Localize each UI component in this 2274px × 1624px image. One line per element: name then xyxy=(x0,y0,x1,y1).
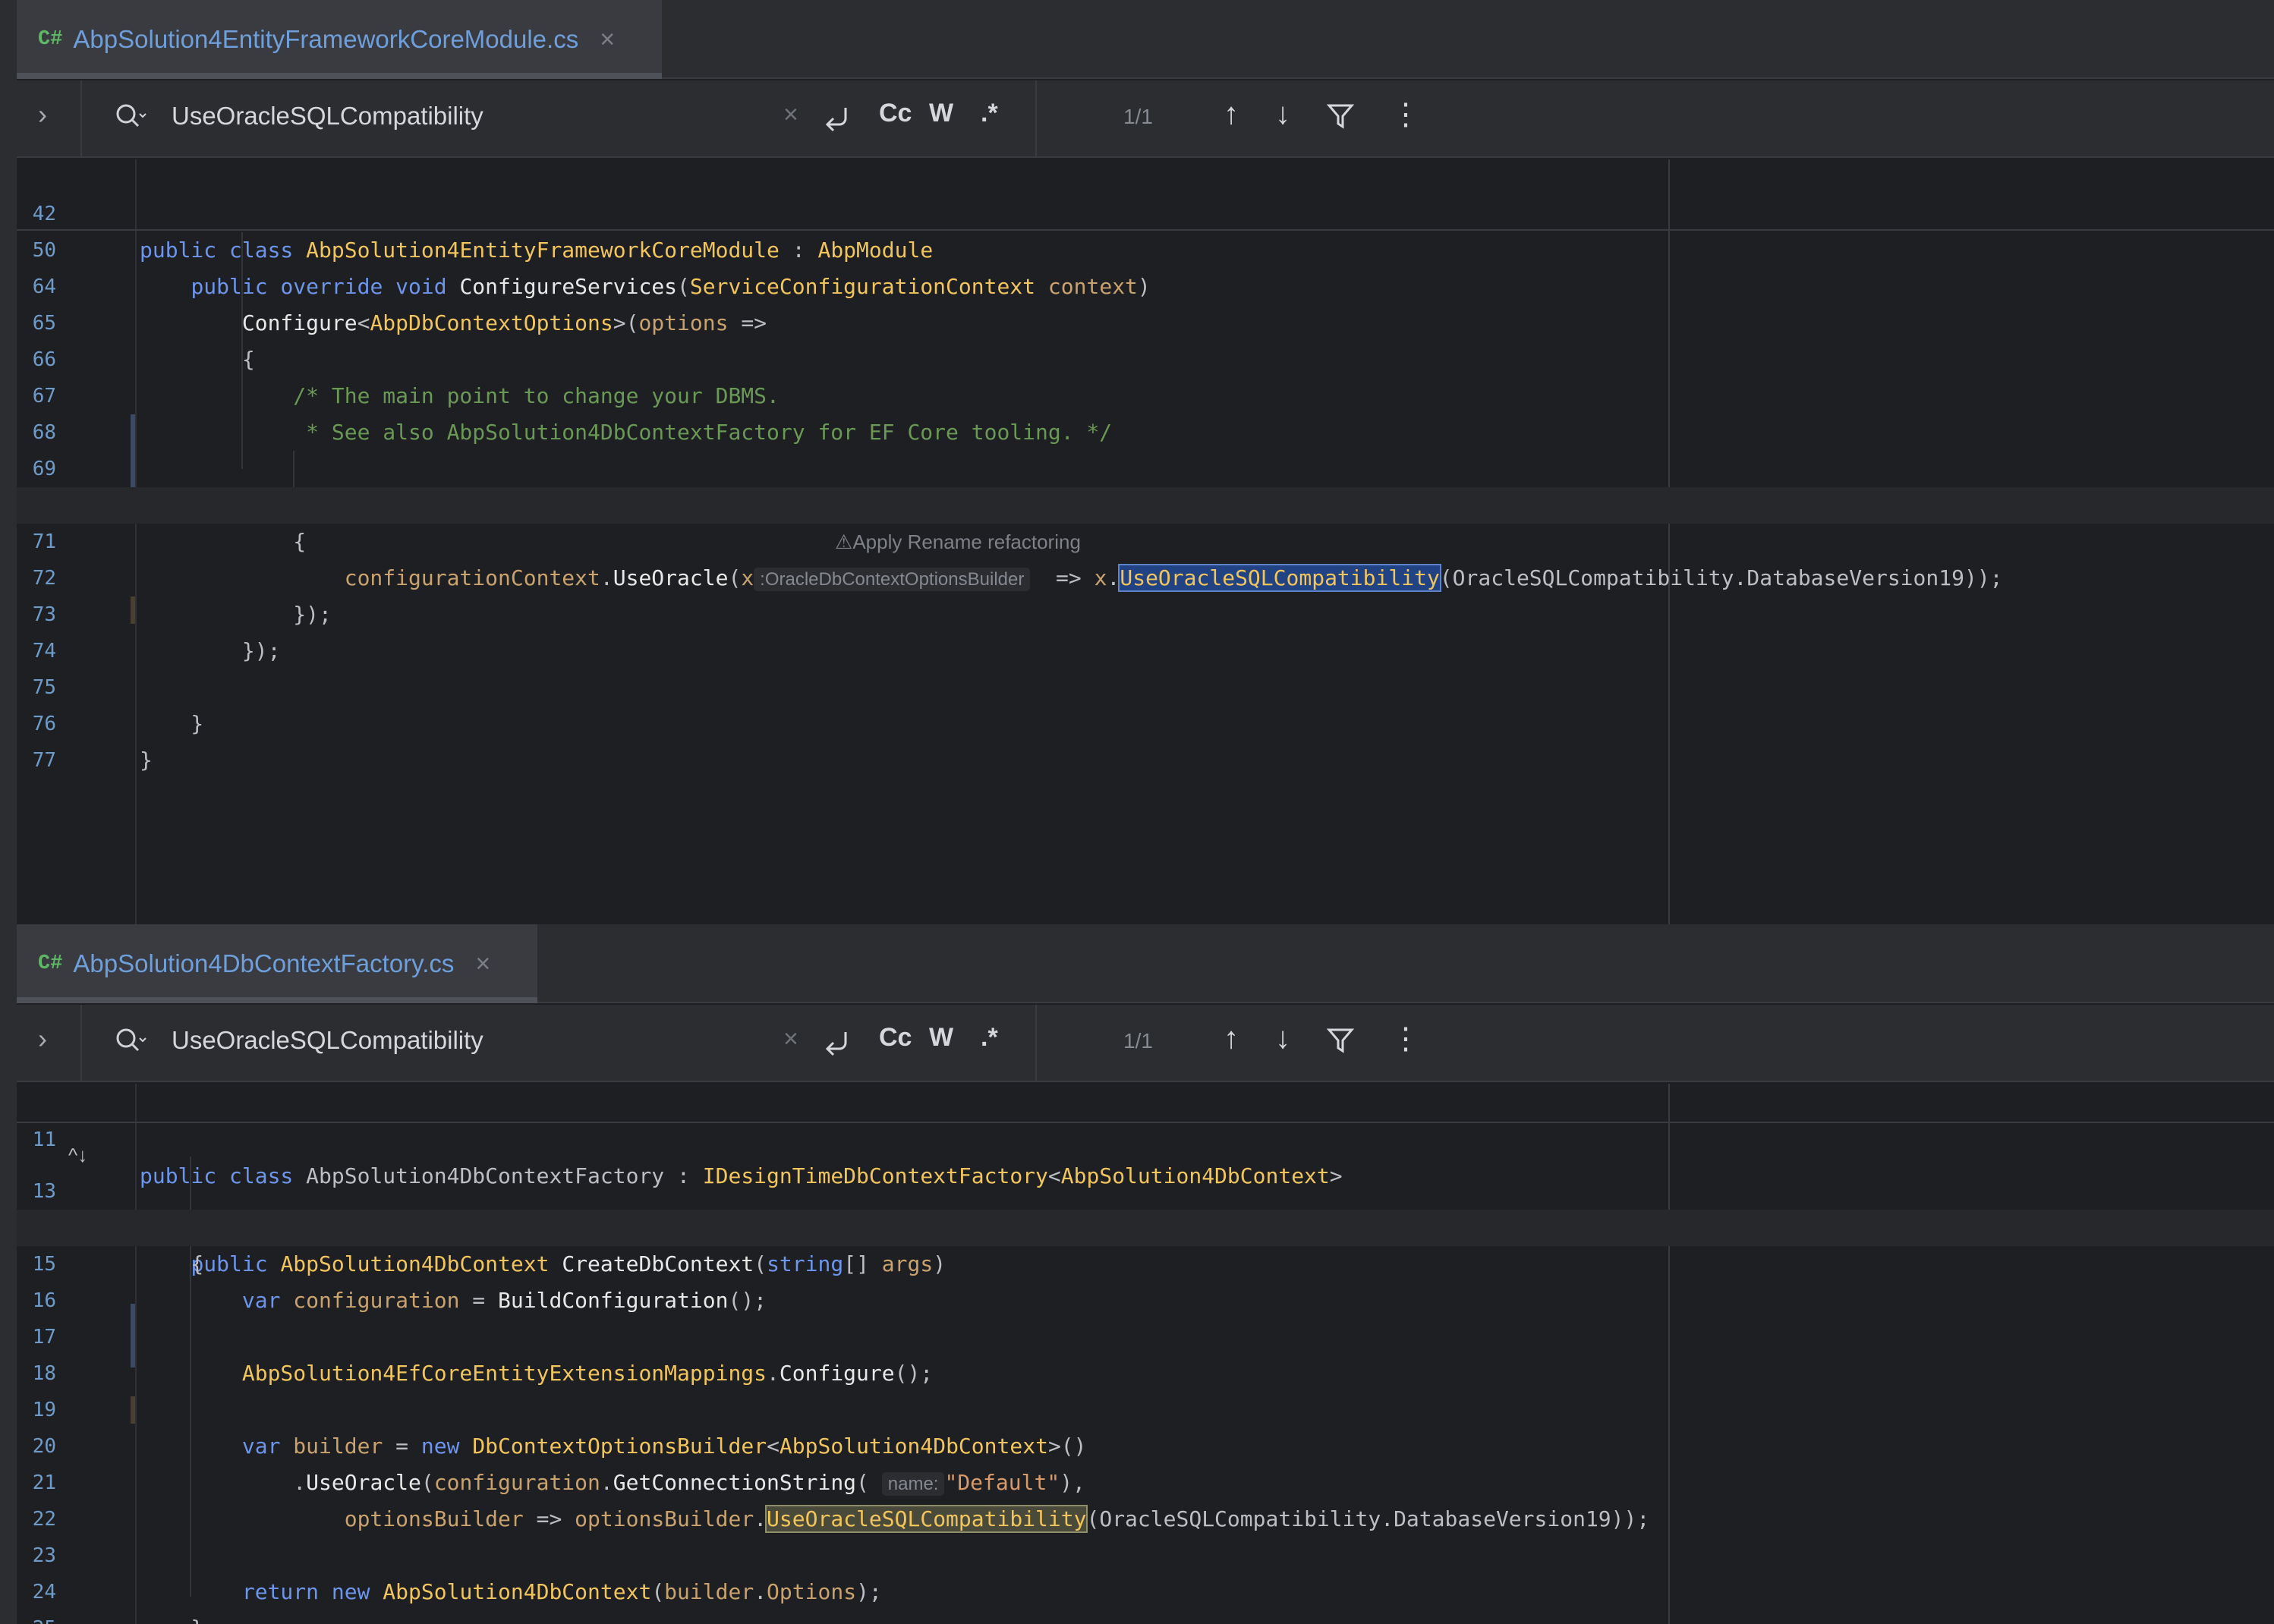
file-tab[interactable]: C# AbpSolution4DbContextFactory.cs × xyxy=(17,924,537,1003)
code-line: 14 { xyxy=(33,1216,204,1276)
whole-words-button[interactable]: W xyxy=(929,1023,953,1053)
arrow-up-icon[interactable]: ↑ xyxy=(1224,97,1239,131)
code-line: 76 } xyxy=(32,713,153,773)
code-line: 72 }); xyxy=(32,567,332,627)
find-bar: › UseOracleSQLCompatibility × Cc W .* 1/… xyxy=(17,1005,2274,1082)
close-icon[interactable]: × xyxy=(600,25,615,55)
tab-filename: AbpSolution4EntityFrameworkCoreModule.cs xyxy=(73,25,579,53)
editor-pane-top: C# AbpSolution4EntityFrameworkCoreModule… xyxy=(0,0,2274,924)
more-icon[interactable]: ⋮ xyxy=(1391,1021,1421,1056)
file-tab[interactable]: C# AbpSolution4EntityFrameworkCoreModule… xyxy=(17,0,662,79)
more-icon[interactable]: ⋮ xyxy=(1391,97,1421,132)
left-strip xyxy=(0,0,17,924)
arrow-up-icon[interactable]: ↑ xyxy=(1224,1021,1239,1056)
code-line: 64 Configure<AbpDbContextOptions>(option… xyxy=(32,275,767,335)
code-line: 24 } xyxy=(32,1581,204,1624)
filter-icon[interactable] xyxy=(1327,1026,1354,1056)
code-line: 21 optionsBuilder => optionsBuilder.UseO… xyxy=(32,1471,1650,1533)
code-line-current: 71 configurationContext.UseOracle(x:Orac… xyxy=(17,487,2274,592)
filter-icon[interactable] xyxy=(1327,102,1354,132)
divider xyxy=(1035,1005,1037,1081)
code-editor[interactable]: 11 public class AbpSolution4DbContextFac… xyxy=(17,1084,2274,1624)
search-input[interactable]: UseOracleSQLCompatibility xyxy=(172,102,483,131)
regex-button[interactable]: .* xyxy=(981,1023,998,1053)
tab-bar: C# AbpSolution4EntityFrameworkCoreModule… xyxy=(17,0,2274,79)
override-marker-icon[interactable]: ^↓ xyxy=(68,1137,87,1173)
arrow-down-icon[interactable]: ↓ xyxy=(1275,1021,1290,1056)
chevron-right-icon[interactable]: › xyxy=(38,1023,47,1055)
match-count: 1/1 xyxy=(1123,1029,1153,1053)
code-line: 20 .UseOracle(configuration.GetConnectio… xyxy=(32,1435,1085,1496)
code-line: 25 xyxy=(17,1574,2274,1624)
csharp-icon: C# xyxy=(38,28,63,51)
code-line: 42 public class AbpSolution4EntityFramew… xyxy=(32,203,934,263)
new-line-icon[interactable] xyxy=(823,103,855,134)
code-line: 18 xyxy=(32,1362,56,1385)
code-line: 70 { xyxy=(33,494,307,554)
code-line: 66 /* The main point to change your DBMS… xyxy=(32,348,780,408)
regex-button[interactable]: .* xyxy=(981,99,998,128)
whole-words-button[interactable]: W xyxy=(929,99,953,128)
code-line: 17 AbpSolution4EfCoreEntityExtensionMapp… xyxy=(32,1326,934,1386)
editor-pane-bottom: C# AbpSolution4DbContextFactory.cs × › U… xyxy=(0,924,2274,1624)
code-line: 19 var builder = new DbContextOptionsBui… xyxy=(32,1399,1087,1459)
find-bar: › UseOracleSQLCompatibility × Cc W .* 1/… xyxy=(17,80,2274,158)
search-icon[interactable] xyxy=(114,1026,147,1056)
tab-bar: C# AbpSolution4DbContextFactory.cs × xyxy=(17,924,2274,1003)
code-line: 22 xyxy=(32,1508,56,1531)
chevron-right-icon[interactable]: › xyxy=(38,99,47,131)
code-line: 67 * See also AbpSolution4DbContextFacto… xyxy=(32,385,1113,445)
code-line: 75 } xyxy=(32,676,204,736)
code-line: 50 public override void ConfigureService… xyxy=(32,239,1151,299)
code-line: 16 xyxy=(32,1289,56,1312)
search-input[interactable]: UseOracleSQLCompatibility xyxy=(172,1026,483,1055)
close-icon[interactable]: × xyxy=(475,949,490,979)
code-line: 73 }); xyxy=(32,603,281,663)
divider xyxy=(1035,80,1037,156)
left-strip xyxy=(0,924,17,1624)
code-line: 23 return new AbpSolution4DbContext(buil… xyxy=(32,1544,882,1604)
code-line: 65 { xyxy=(32,312,255,372)
code-editor[interactable]: 42 public class AbpSolution4EntityFramew… xyxy=(17,159,2274,924)
clear-icon[interactable]: × xyxy=(783,100,798,130)
search-icon[interactable] xyxy=(114,102,147,132)
code-line-current: 15 var configuration = BuildConfiguratio… xyxy=(17,1210,2274,1313)
new-line-icon[interactable] xyxy=(823,1028,855,1058)
tab-filename: AbpSolution4DbContextFactory.cs xyxy=(73,949,455,977)
sticky-scroll-separator xyxy=(17,1122,2274,1123)
code-line: 74 xyxy=(32,640,56,663)
code-line: 68 xyxy=(32,421,56,444)
divider xyxy=(80,80,82,156)
code-line: 69 options.Configure(configurationContex… xyxy=(17,414,2274,553)
match-case-button[interactable]: Cc xyxy=(879,1023,912,1053)
code-line: 13 ^↓ public AbpSolution4DbContext Creat… xyxy=(17,1137,2274,1276)
code-line: 11 public class AbpSolution4DbContextFac… xyxy=(32,1128,1343,1188)
arrow-down-icon[interactable]: ↓ xyxy=(1275,97,1290,131)
match-count: 1/1 xyxy=(1123,105,1153,128)
match-case-button[interactable]: Cc xyxy=(879,99,912,128)
divider xyxy=(80,1005,82,1081)
clear-icon[interactable]: × xyxy=(783,1024,798,1054)
code-line: 77 xyxy=(32,749,56,772)
csharp-icon: C# xyxy=(38,952,63,975)
